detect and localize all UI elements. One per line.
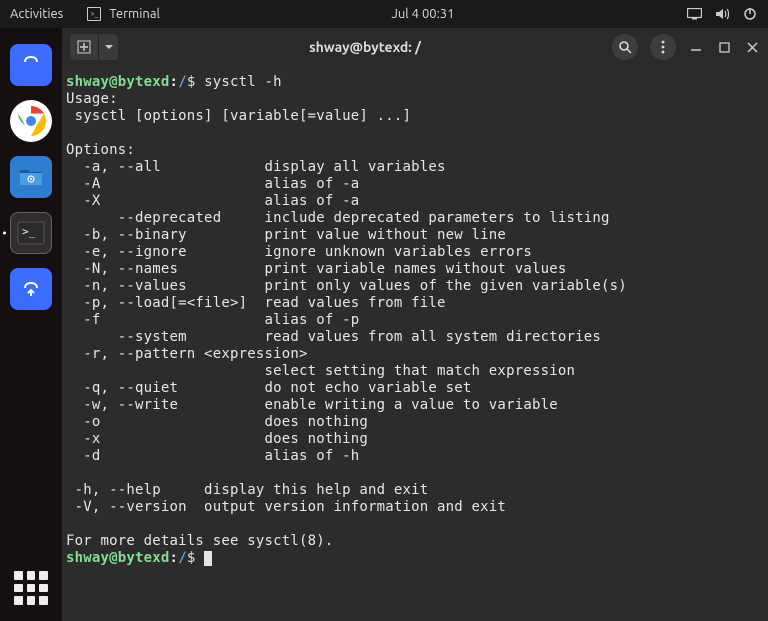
prompt-user: shway@bytexd: [66, 74, 170, 90]
search-icon: [619, 41, 632, 54]
terminal-headerbar: shway@bytexd: /: [62, 28, 768, 66]
power-icon: [742, 6, 758, 22]
dock-item-terminal[interactable]: >_: [10, 212, 52, 254]
terminal-icon: [87, 7, 101, 21]
terminal-window: shway@bytexd: / shway@bytexd:/$ sysctl -…: [62, 28, 768, 621]
cursor: [204, 551, 212, 566]
activities-button[interactable]: Activities: [10, 7, 63, 21]
dock: >_: [0, 28, 62, 621]
gnome-topbar: Activities Terminal Jul 4 00:31: [0, 0, 768, 28]
close-icon: [747, 42, 758, 53]
volume-icon: [714, 6, 730, 22]
dock-item-upload[interactable]: [10, 268, 52, 310]
topbar-clock[interactable]: Jul 4 00:31: [160, 7, 686, 21]
close-button[interactable]: [744, 39, 760, 55]
search-button[interactable]: [612, 34, 638, 60]
maximize-icon: [719, 42, 730, 53]
prompt-path: /: [178, 74, 187, 90]
menu-button[interactable]: [650, 34, 676, 60]
topbar-system-area[interactable]: [686, 6, 758, 22]
prompt-path: /: [178, 550, 187, 566]
minimize-icon: [690, 41, 702, 53]
command-text: sysctl -h: [204, 74, 282, 90]
topbar-app-menu[interactable]: Terminal: [87, 7, 160, 21]
topbar-app-name: Terminal: [109, 7, 160, 21]
terminal-title: shway@bytexd: /: [118, 39, 612, 55]
new-tab-dropdown[interactable]: [98, 34, 118, 60]
svg-text:>_: >_: [22, 225, 36, 238]
command-output: Usage: sysctl [options] [variable[=value…: [66, 91, 627, 549]
maximize-button[interactable]: [716, 39, 732, 55]
new-tab-button[interactable]: [70, 34, 98, 60]
dock-item-shopping[interactable]: [10, 44, 52, 86]
dock-item-files[interactable]: [10, 156, 52, 198]
screen-icon: [686, 6, 702, 22]
minimize-button[interactable]: [688, 39, 704, 55]
terminal-content[interactable]: shway@bytexd:/$ sysctl -h Usage: sysctl …: [62, 66, 768, 621]
dock-item-chrome[interactable]: [10, 100, 52, 142]
chevron-down-icon: [105, 45, 113, 50]
kebab-icon: [661, 40, 665, 54]
prompt-user: shway@bytexd: [66, 550, 170, 566]
show-applications-button[interactable]: [14, 571, 48, 605]
